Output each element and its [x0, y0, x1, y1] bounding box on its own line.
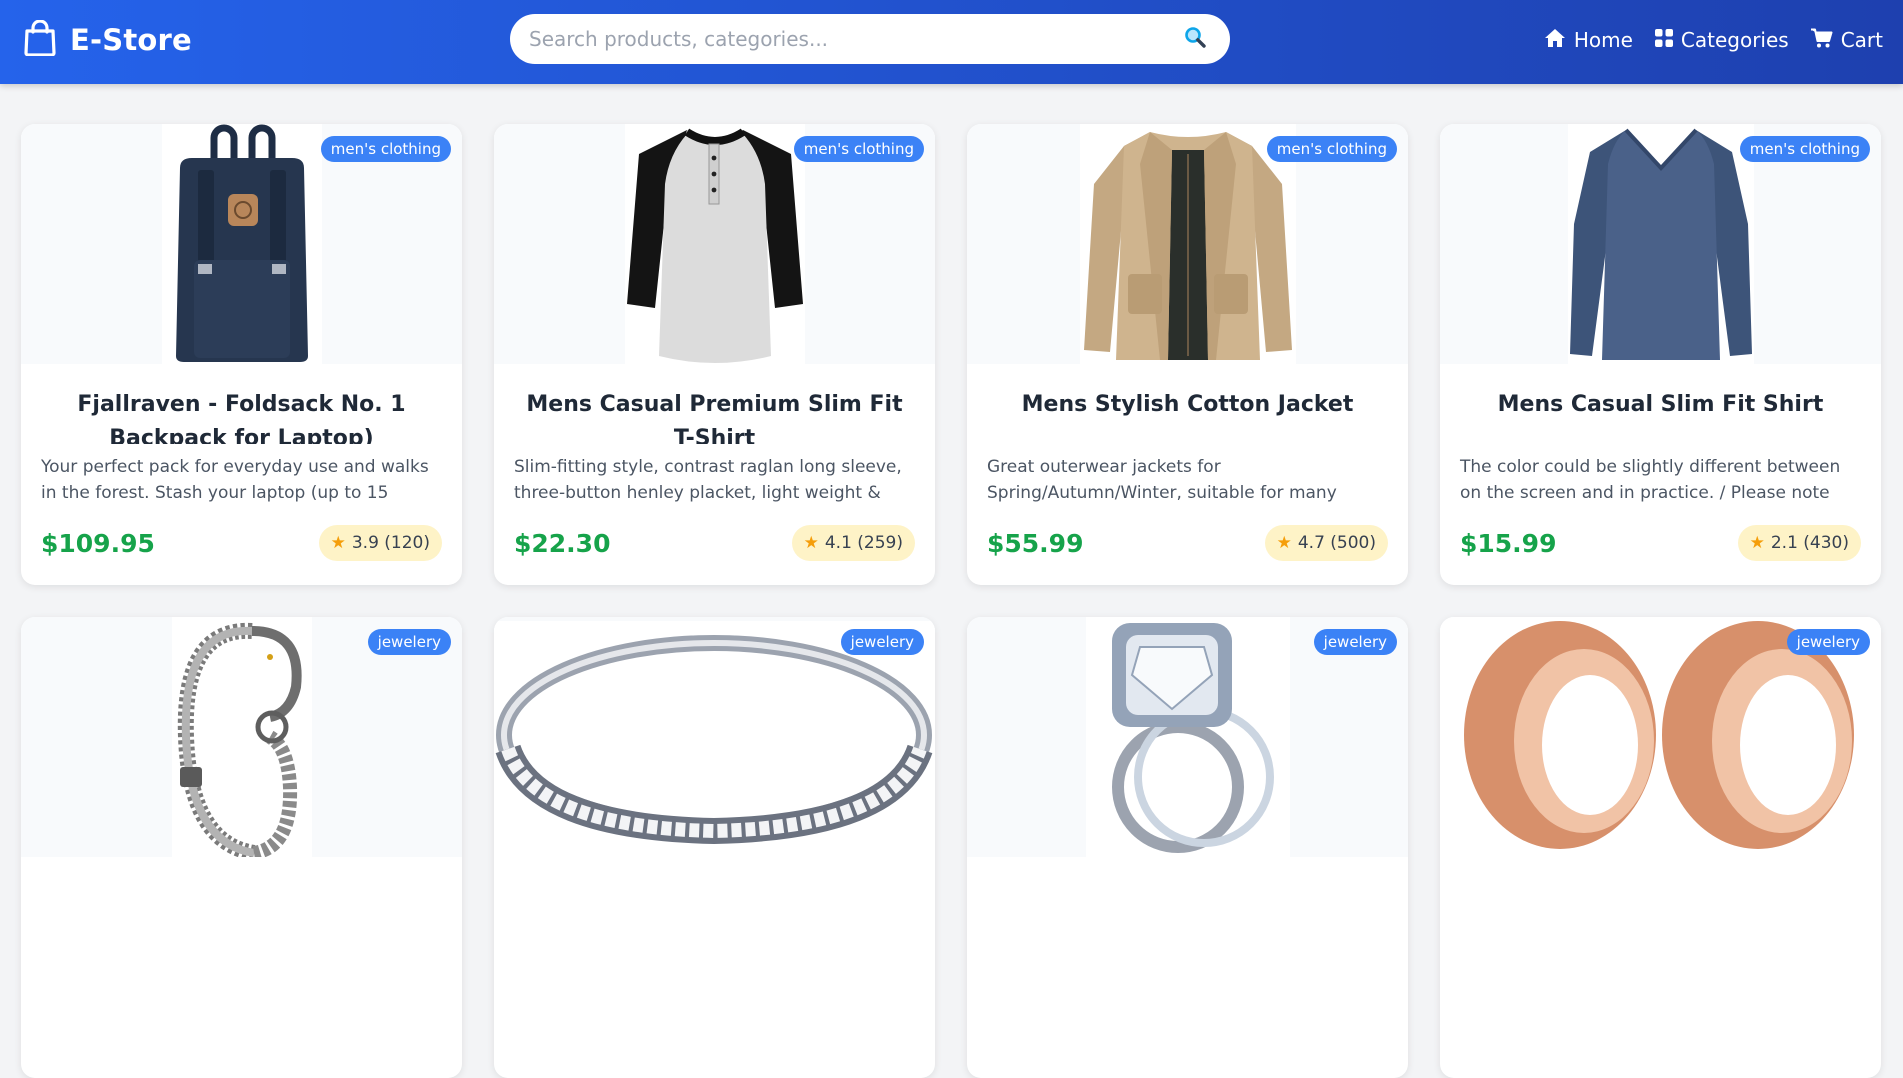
product-footer: $22.30 ★ 4.1 (259) — [514, 525, 915, 561]
product-description: The color could be slightly different be… — [1460, 457, 1841, 503]
product-title[interactable]: Fjallraven - Foldsack No. 1 Backpack for… — [21, 388, 462, 444]
rating-text: 4.7 (500) — [1297, 533, 1376, 553]
star-icon: ★ — [803, 533, 819, 553]
product-image-area: jewelery — [21, 617, 462, 857]
search-bar — [510, 14, 1230, 64]
product-image-raglan-shirt — [624, 124, 805, 364]
nav-cart-link[interactable]: Cart — [1810, 28, 1883, 53]
product-rating: ★ 2.1 (430) — [1737, 525, 1861, 561]
home-icon — [1544, 28, 1566, 53]
product-image-backpack — [161, 124, 322, 364]
product-card[interactable]: jewelery — [1440, 617, 1881, 1078]
product-image-area: jewelery — [494, 617, 935, 857]
product-card[interactable]: jewelery — [494, 617, 935, 1078]
product-image-area: men's clothing — [967, 124, 1408, 364]
category-badge[interactable]: men's clothing — [1739, 136, 1870, 162]
product-image-long-sleeve-shirt — [1567, 124, 1754, 364]
star-icon: ★ — [330, 533, 346, 553]
nav-categories-label: Categories — [1680, 28, 1789, 52]
product-image-area: men's clothing — [21, 124, 462, 364]
product-price: $15.99 — [1460, 528, 1557, 558]
product-rating: ★ 3.9 (120) — [318, 525, 442, 561]
search-icon — [1184, 26, 1206, 52]
product-image-area: jewelery — [1440, 617, 1881, 857]
search-input[interactable] — [529, 27, 1182, 51]
product-footer: $55.99 ★ 4.7 (500) — [987, 525, 1388, 561]
brand-name: E-Store — [70, 23, 192, 57]
product-card[interactable]: jewelery — [21, 617, 462, 1078]
product-description: Your perfect pack for everyday use and w… — [41, 457, 429, 503]
product-image-cotton-jacket — [1079, 124, 1296, 364]
category-badge[interactable]: jewelery — [840, 629, 924, 655]
product-title[interactable]: Mens Stylish Cotton Jacket — [967, 388, 1408, 444]
nav-home-label: Home — [1573, 28, 1633, 52]
product-rating: ★ 4.7 (500) — [1264, 525, 1388, 561]
star-icon: ★ — [1749, 533, 1765, 553]
product-card[interactable]: men's clothing Mens Stylish Cotton Jacke… — [967, 124, 1408, 585]
product-price: $55.99 — [987, 528, 1084, 558]
nav-categories-link[interactable]: Categories — [1654, 28, 1789, 52]
search-button[interactable] — [1182, 26, 1208, 52]
product-title[interactable]: Mens Casual Slim Fit Shirt — [1440, 388, 1881, 444]
product-image-area: men's clothing — [494, 124, 935, 364]
grid-icon — [1654, 28, 1673, 52]
product-price: $22.30 — [514, 528, 611, 558]
product-image-area: jewelery — [967, 617, 1408, 857]
product-image-dragon-bracelet — [171, 617, 312, 857]
product-footer: $15.99 ★ 2.1 (430) — [1460, 525, 1861, 561]
product-footer: $109.95 ★ 3.9 (120) — [41, 525, 442, 561]
star-icon: ★ — [1276, 533, 1292, 553]
product-card[interactable]: men's clothing Fjallraven - Foldsack No.… — [21, 124, 462, 585]
main-nav: Home Categories Cart — [1544, 22, 1883, 58]
brand-logo-link[interactable]: E-Store — [24, 19, 192, 60]
shopping-bag-icon — [24, 19, 56, 60]
nav-cart-label: Cart — [1840, 28, 1883, 52]
product-title[interactable]: Mens Casual Premium Slim Fit T-Shirt — [494, 388, 935, 444]
top-navbar: E-Store Home — [0, 0, 1903, 84]
cart-icon — [1810, 28, 1833, 53]
product-price: $109.95 — [41, 528, 155, 558]
category-badge[interactable]: jewelery — [367, 629, 451, 655]
product-grid: men's clothing Fjallraven - Foldsack No.… — [21, 124, 1881, 1078]
category-badge[interactable]: jewelery — [1786, 629, 1870, 655]
product-image-area: men's clothing — [1440, 124, 1881, 364]
product-rating: ★ 4.1 (259) — [791, 525, 915, 561]
product-card[interactable]: jewelery — [967, 617, 1408, 1078]
product-card[interactable]: men's clothing Mens Casual Premium Slim … — [494, 124, 935, 585]
product-description: Slim-fitting style, contrast raglan long… — [514, 457, 902, 503]
product-description: Great outerwear jackets for Spring/Autum… — [987, 457, 1337, 503]
product-image-engagement-ring-set — [1085, 617, 1290, 857]
category-badge[interactable]: men's clothing — [1266, 136, 1397, 162]
nav-home-link[interactable]: Home — [1544, 28, 1633, 53]
category-badge[interactable]: jewelery — [1313, 629, 1397, 655]
category-badge[interactable]: men's clothing — [320, 136, 451, 162]
rating-text: 4.1 (259) — [824, 533, 903, 553]
product-card[interactable]: men's clothing Mens Casual Slim Fit Shir… — [1440, 124, 1881, 585]
rating-text: 2.1 (430) — [1770, 533, 1849, 553]
rating-text: 3.9 (120) — [351, 533, 430, 553]
category-badge[interactable]: men's clothing — [793, 136, 924, 162]
